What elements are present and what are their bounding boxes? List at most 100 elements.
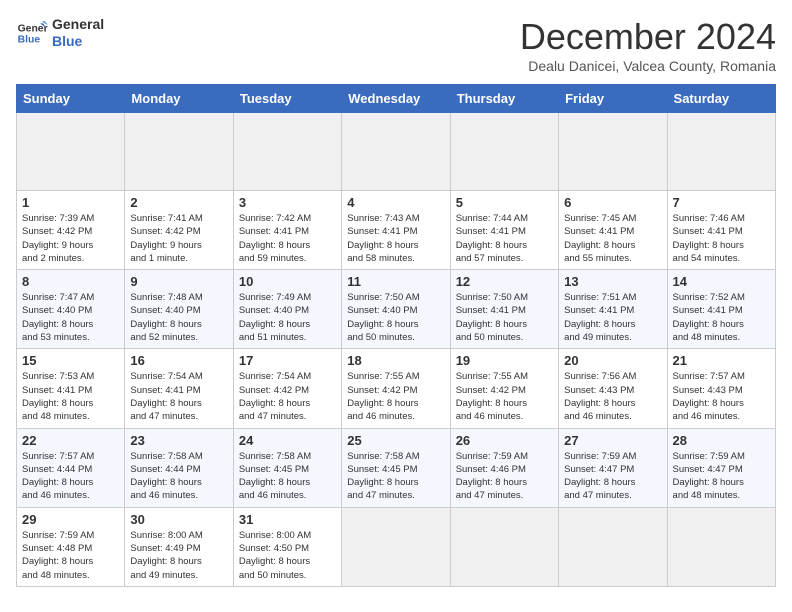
calendar-cell: 15Sunrise: 7:53 AM Sunset: 4:41 PM Dayli… (17, 349, 125, 428)
day-number: 21 (673, 353, 770, 368)
day-number: 25 (347, 433, 444, 448)
calendar-cell: 14Sunrise: 7:52 AM Sunset: 4:41 PM Dayli… (667, 270, 775, 349)
calendar-cell (450, 113, 558, 191)
calendar-cell: 17Sunrise: 7:54 AM Sunset: 4:42 PM Dayli… (233, 349, 341, 428)
day-detail: Sunrise: 8:00 AM Sunset: 4:49 PM Dayligh… (130, 529, 227, 582)
calendar-cell: 26Sunrise: 7:59 AM Sunset: 4:46 PM Dayli… (450, 428, 558, 507)
calendar-cell: 4 Sunrise: 7:43 AM Sunset: 4:41 PM Daylig… (342, 191, 450, 270)
calendar-cell: 16Sunrise: 7:54 AM Sunset: 4:41 PM Dayli… (125, 349, 233, 428)
calendar-cell: 7 Sunrise: 7:46 AM Sunset: 4:41 PM Daylig… (667, 191, 775, 270)
day-number: 24 (239, 433, 336, 448)
calendar-cell (667, 113, 775, 191)
calendar-cell: 27Sunrise: 7:59 AM Sunset: 4:47 PM Dayli… (559, 428, 667, 507)
calendar-cell: 2Sunrise: 7:41 AM Sunset: 4:42 PM Daylig… (125, 191, 233, 270)
day-detail: Sunrise: 7:43 AM Sunset: 4:41 PM Dayligh… (347, 212, 444, 265)
calendar-cell: 1 Sunrise: 7:39 AM Sunset: 4:42 PM Daylig… (17, 191, 125, 270)
day-number: 29 (22, 512, 119, 527)
calendar-cell: 21 Sunrise: 7:57 AM Sunset: 4:43 PM Dayli… (667, 349, 775, 428)
calendar-cell: 30Sunrise: 8:00 AM Sunset: 4:49 PM Dayli… (125, 507, 233, 586)
logo-text-general: General (52, 16, 104, 33)
calendar-cell: 3 Sunrise: 7:42 AM Sunset: 4:41 PM Daylig… (233, 191, 341, 270)
day-number: 22 (22, 433, 119, 448)
day-detail: Sunrise: 7:58 AM Sunset: 4:45 PM Dayligh… (347, 450, 444, 503)
day-detail: Sunrise: 7:55 AM Sunset: 4:42 PM Dayligh… (456, 370, 553, 423)
day-number: 15 (22, 353, 119, 368)
calendar-cell (559, 113, 667, 191)
day-detail: Sunrise: 8:00 AM Sunset: 4:50 PM Dayligh… (239, 529, 336, 582)
day-number: 3 (239, 195, 336, 210)
calendar-cell (125, 113, 233, 191)
day-detail: Sunrise: 7:41 AM Sunset: 4:42 PM Dayligh… (130, 212, 227, 265)
day-number: 18 (347, 353, 444, 368)
title-block: December 2024 Dealu Danicei, Valcea Coun… (520, 16, 776, 74)
svg-text:Blue: Blue (18, 34, 41, 45)
calendar-cell: 22 Sunrise: 7:57 AM Sunset: 4:44 PM Dayli… (17, 428, 125, 507)
col-header-wednesday: Wednesday (342, 85, 450, 113)
day-detail: Sunrise: 7:45 AM Sunset: 4:41 PM Dayligh… (564, 212, 661, 265)
day-number: 9 (130, 274, 227, 289)
calendar-cell: 6 Sunrise: 7:45 AM Sunset: 4:41 PM Daylig… (559, 191, 667, 270)
location-subtitle: Dealu Danicei, Valcea County, Romania (520, 58, 776, 74)
day-detail: Sunrise: 7:57 AM Sunset: 4:44 PM Dayligh… (22, 450, 119, 503)
calendar-cell: 18Sunrise: 7:55 AM Sunset: 4:42 PM Dayli… (342, 349, 450, 428)
calendar-cell: 28Sunrise: 7:59 AM Sunset: 4:47 PM Dayli… (667, 428, 775, 507)
day-detail: Sunrise: 7:59 AM Sunset: 4:48 PM Dayligh… (22, 529, 119, 582)
col-header-thursday: Thursday (450, 85, 558, 113)
day-detail: Sunrise: 7:50 AM Sunset: 4:40 PM Dayligh… (347, 291, 444, 344)
calendar-cell (233, 113, 341, 191)
day-number: 12 (456, 274, 553, 289)
day-detail: Sunrise: 7:46 AM Sunset: 4:41 PM Dayligh… (673, 212, 770, 265)
day-number: 4 (347, 195, 444, 210)
calendar-cell: 8 Sunrise: 7:47 AM Sunset: 4:40 PM Daylig… (17, 270, 125, 349)
calendar-cell: 19 Sunrise: 7:55 AM Sunset: 4:42 PM Dayli… (450, 349, 558, 428)
calendar-cell: 10Sunrise: 7:49 AM Sunset: 4:40 PM Dayli… (233, 270, 341, 349)
day-detail: Sunrise: 7:54 AM Sunset: 4:41 PM Dayligh… (130, 370, 227, 423)
day-number: 6 (564, 195, 661, 210)
calendar-cell: 29 Sunrise: 7:59 AM Sunset: 4:48 PM Dayli… (17, 507, 125, 586)
calendar-week-5: 29 Sunrise: 7:59 AM Sunset: 4:48 PM Dayli… (17, 507, 776, 586)
logo-text-blue: Blue (52, 33, 104, 50)
day-detail: Sunrise: 7:57 AM Sunset: 4:43 PM Dayligh… (673, 370, 770, 423)
day-detail: Sunrise: 7:47 AM Sunset: 4:40 PM Dayligh… (22, 291, 119, 344)
col-header-sunday: Sunday (17, 85, 125, 113)
calendar-week-0 (17, 113, 776, 191)
day-number: 19 (456, 353, 553, 368)
day-number: 31 (239, 512, 336, 527)
day-detail: Sunrise: 7:58 AM Sunset: 4:45 PM Dayligh… (239, 450, 336, 503)
logo: General Blue General Blue (16, 16, 104, 50)
calendar-header-row: SundayMondayTuesdayWednesdayThursdayFrid… (17, 85, 776, 113)
month-title: December 2024 (520, 16, 776, 58)
calendar-cell: 13Sunrise: 7:51 AM Sunset: 4:41 PM Dayli… (559, 270, 667, 349)
calendar-cell: 5Sunrise: 7:44 AM Sunset: 4:41 PM Daylig… (450, 191, 558, 270)
calendar-week-1: 1 Sunrise: 7:39 AM Sunset: 4:42 PM Daylig… (17, 191, 776, 270)
calendar-cell (667, 507, 775, 586)
calendar-cell (17, 113, 125, 191)
day-detail: Sunrise: 7:58 AM Sunset: 4:44 PM Dayligh… (130, 450, 227, 503)
calendar-week-3: 15Sunrise: 7:53 AM Sunset: 4:41 PM Dayli… (17, 349, 776, 428)
day-detail: Sunrise: 7:48 AM Sunset: 4:40 PM Dayligh… (130, 291, 227, 344)
day-number: 8 (22, 274, 119, 289)
day-detail: Sunrise: 7:44 AM Sunset: 4:41 PM Dayligh… (456, 212, 553, 265)
day-number: 23 (130, 433, 227, 448)
day-detail: Sunrise: 7:39 AM Sunset: 4:42 PM Dayligh… (22, 212, 119, 265)
col-header-monday: Monday (125, 85, 233, 113)
calendar-cell (559, 507, 667, 586)
calendar-cell: 25 Sunrise: 7:58 AM Sunset: 4:45 PM Dayli… (342, 428, 450, 507)
calendar-cell (342, 113, 450, 191)
calendar-cell: 31 Sunrise: 8:00 AM Sunset: 4:50 PM Dayli… (233, 507, 341, 586)
day-detail: Sunrise: 7:50 AM Sunset: 4:41 PM Dayligh… (456, 291, 553, 344)
day-detail: Sunrise: 7:42 AM Sunset: 4:41 PM Dayligh… (239, 212, 336, 265)
day-number: 1 (22, 195, 119, 210)
calendar-table: SundayMondayTuesdayWednesdayThursdayFrid… (16, 84, 776, 587)
calendar-week-4: 22 Sunrise: 7:57 AM Sunset: 4:44 PM Dayli… (17, 428, 776, 507)
day-detail: Sunrise: 7:51 AM Sunset: 4:41 PM Dayligh… (564, 291, 661, 344)
calendar-cell: 11Sunrise: 7:50 AM Sunset: 4:40 PM Dayli… (342, 270, 450, 349)
day-number: 27 (564, 433, 661, 448)
calendar-cell: 24 Sunrise: 7:58 AM Sunset: 4:45 PM Dayli… (233, 428, 341, 507)
day-number: 17 (239, 353, 336, 368)
logo-icon: General Blue (16, 17, 48, 49)
day-number: 7 (673, 195, 770, 210)
day-number: 26 (456, 433, 553, 448)
col-header-friday: Friday (559, 85, 667, 113)
calendar-cell: 9 Sunrise: 7:48 AM Sunset: 4:40 PM Daylig… (125, 270, 233, 349)
